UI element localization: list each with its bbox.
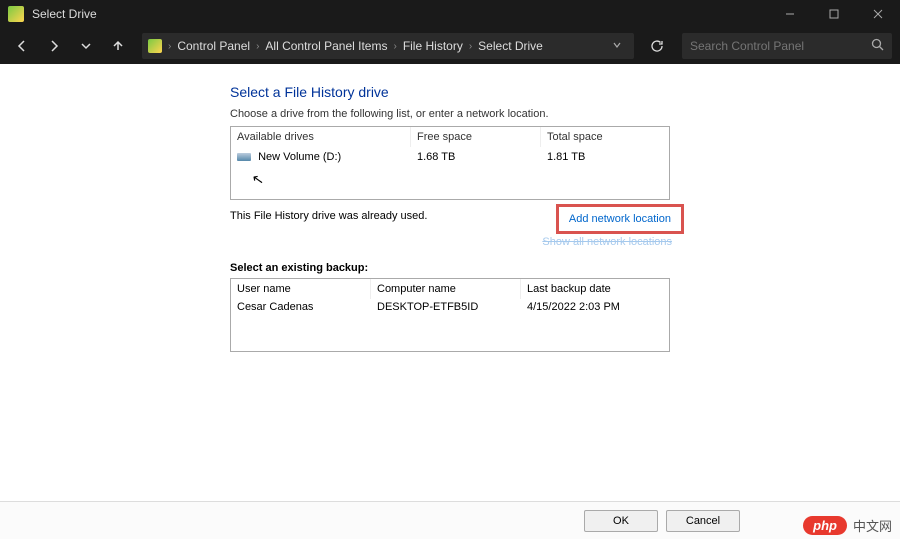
col-total-space[interactable]: Total space <box>541 127 669 147</box>
address-bar[interactable]: › Control Panel › All Control Panel Item… <box>142 33 634 59</box>
search-box[interactable] <box>682 33 892 59</box>
refresh-button[interactable] <box>642 33 672 59</box>
navbar: › Control Panel › All Control Panel Item… <box>0 28 900 64</box>
minimize-button[interactable] <box>768 0 812 28</box>
add-network-highlight: Add network location <box>556 204 684 234</box>
window-title: Select Drive <box>32 7 768 21</box>
watermark: php 中文网 <box>803 516 892 535</box>
app-icon <box>8 6 24 22</box>
col-user-name[interactable]: User name <box>231 279 371 299</box>
content-area: Select a File History drive Choose a dri… <box>0 64 900 501</box>
backup-table: User name Computer name Last backup date… <box>230 278 670 352</box>
add-network-location-link[interactable]: Add network location <box>569 213 671 225</box>
watermark-badge: php <box>803 516 847 535</box>
col-computer-name[interactable]: Computer name <box>371 279 521 299</box>
up-button[interactable] <box>104 32 132 60</box>
backup-header: User name Computer name Last backup date <box>231 279 669 299</box>
control-panel-icon <box>148 39 162 53</box>
search-icon <box>871 38 884 54</box>
backup-computer: DESKTOP-ETFB5ID <box>371 299 521 315</box>
breadcrumb[interactable]: Select Drive <box>478 39 543 53</box>
page-subtext: Choose a drive from the following list, … <box>230 108 900 120</box>
col-last-backup-date[interactable]: Last backup date <box>521 279 669 299</box>
existing-backup-label: Select an existing backup: <box>230 262 900 274</box>
chevron-down-icon[interactable] <box>606 39 628 53</box>
already-used-row: This File History drive was already used… <box>230 210 670 234</box>
backup-date: 4/15/2022 2:03 PM <box>521 299 669 315</box>
search-input[interactable] <box>690 39 860 53</box>
dialog-footer: OK Cancel <box>0 501 900 539</box>
titlebar: Select Drive <box>0 0 900 28</box>
back-button[interactable] <box>8 32 36 60</box>
breadcrumb[interactable]: File History <box>403 39 463 53</box>
maximize-button[interactable] <box>812 0 856 28</box>
close-button[interactable] <box>856 0 900 28</box>
drive-name: New Volume (D:) <box>258 151 341 163</box>
backup-user: Cesar Cadenas <box>231 299 371 315</box>
drive-icon <box>237 153 251 161</box>
backup-row[interactable]: Cesar Cadenas DESKTOP-ETFB5ID 4/15/2022 … <box>231 299 669 315</box>
drives-body: New Volume (D:) 1.68 TB 1.81 TB <box>231 147 669 199</box>
window-controls <box>768 0 900 28</box>
watermark-text: 中文网 <box>853 516 892 535</box>
col-available-drives[interactable]: Available drives <box>231 127 411 147</box>
breadcrumb[interactable]: All Control Panel Items <box>265 39 387 53</box>
drive-row[interactable]: New Volume (D:) 1.68 TB 1.81 TB <box>231 147 669 167</box>
col-free-space[interactable]: Free space <box>411 127 541 147</box>
drive-total: 1.81 TB <box>541 149 669 165</box>
already-used-text: This File History drive was already used… <box>230 210 427 222</box>
drives-table: Available drives Free space Total space … <box>230 126 670 200</box>
chevron-right-icon: › <box>166 41 173 52</box>
chevron-right-icon: › <box>254 41 261 52</box>
backup-body: Cesar Cadenas DESKTOP-ETFB5ID 4/15/2022 … <box>231 299 669 351</box>
show-all-network-link[interactable]: Show all network locations <box>542 236 672 248</box>
drive-free: 1.68 TB <box>411 149 541 165</box>
page-heading: Select a File History drive <box>230 84 900 100</box>
forward-button[interactable] <box>40 32 68 60</box>
recent-locations-button[interactable] <box>72 32 100 60</box>
chevron-right-icon: › <box>467 41 474 52</box>
chevron-right-icon: › <box>391 41 398 52</box>
ok-button[interactable]: OK <box>584 510 658 532</box>
drives-header: Available drives Free space Total space <box>231 127 669 147</box>
cancel-button[interactable]: Cancel <box>666 510 740 532</box>
breadcrumb[interactable]: Control Panel <box>177 39 250 53</box>
